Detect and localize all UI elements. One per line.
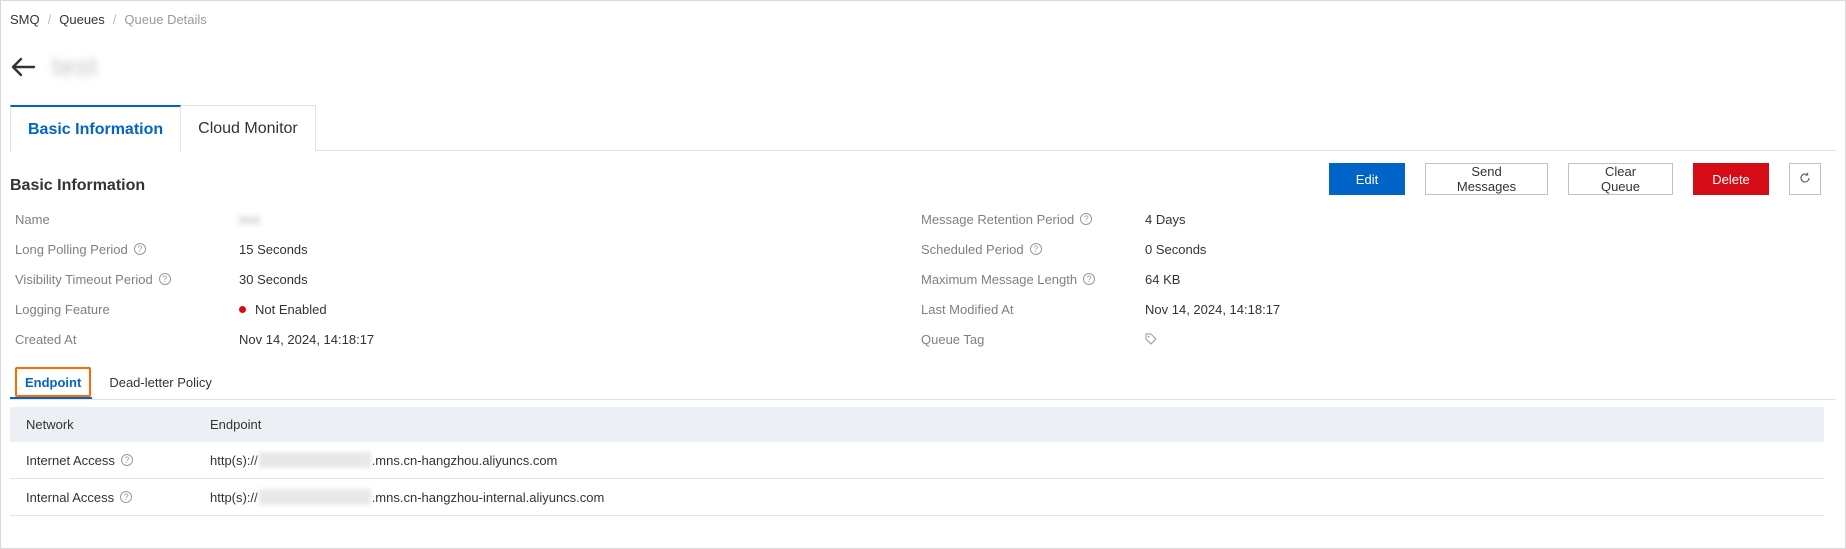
visibility-value: 30 Seconds (239, 271, 308, 287)
queue-tag-label: Queue Tag (921, 331, 985, 347)
scheduled-value: 0 Seconds (1145, 241, 1207, 257)
info-row-created: Created At Nov 14, 2024, 14:18:17 (15, 329, 374, 349)
page-frame: SMQ / Queues / Queue Details test Basic … (0, 0, 1846, 549)
subtab-endpoint[interactable]: Endpoint (9, 367, 93, 399)
help-icon[interactable]: ? (158, 273, 171, 285)
column-header-network: Network (26, 417, 74, 432)
help-icon[interactable]: ? (133, 243, 146, 255)
table-header: Network Endpoint (10, 407, 1824, 442)
endpoint-suffix: .mns.cn-hangzhou-internal.aliyuncs.com (371, 489, 605, 505)
max-length-label-text: Maximum Message Length (921, 271, 1078, 287)
retention-value: 4 Days (1145, 211, 1186, 227)
scheduled-label-text: Scheduled Period (921, 241, 1024, 257)
endpoint-cell[interactable]: http(s):// .mns.cn-hangzhou-internal.ali… (210, 489, 1824, 505)
refresh-button[interactable] (1789, 163, 1821, 195)
back-arrow-icon[interactable] (10, 56, 36, 78)
breadcrumb-separator: / (112, 12, 117, 27)
table-row: Internet Access ? http(s):// .mns.cn-han… (10, 442, 1824, 479)
table-row: Internal Access ? http(s):// .mns.cn-han… (10, 479, 1824, 516)
help-icon[interactable]: ? (120, 491, 133, 503)
modified-value: Nov 14, 2024, 14:18:17 (1145, 301, 1281, 317)
modified-label: Last Modified At (921, 301, 1014, 317)
scheduled-label: Scheduled Period ? (921, 242, 1145, 257)
logging-status-text: Not Enabled (255, 301, 327, 317)
network-name: Internal Access (26, 489, 115, 505)
action-toolbar: Edit Send Messages Clear Queue Delete (1329, 163, 1821, 195)
send-messages-button[interactable]: Send Messages (1425, 163, 1548, 195)
redacted-account-id (258, 489, 371, 505)
tab-basic-information[interactable]: Basic Information (10, 105, 182, 152)
refresh-icon (1799, 172, 1811, 187)
redacted-account-id (258, 452, 371, 468)
created-value: Nov 14, 2024, 14:18:17 (239, 331, 375, 347)
endpoint-prefix: http(s):// (210, 452, 258, 468)
clear-queue-button[interactable]: Clear Queue (1568, 163, 1673, 195)
info-row-queue-tag: Queue Tag (921, 329, 1157, 349)
endpoint-suffix: .mns.cn-hangzhou.aliyuncs.com (371, 452, 558, 468)
name-label: Name (15, 211, 50, 227)
info-row-modified: Last Modified At Nov 14, 2024, 14:18:17 (921, 299, 1280, 319)
name-value: test (239, 211, 260, 227)
max-length-label: Maximum Message Length ? (921, 272, 1145, 287)
created-label: Created At (15, 331, 77, 347)
help-icon[interactable]: ? (1080, 213, 1093, 225)
info-row-long-polling: Long Polling Period ? 15 Seconds (15, 239, 308, 259)
page-title: test (52, 51, 98, 81)
network-cell: Internet Access ? (10, 453, 210, 468)
retention-label: Message Retention Period ? (921, 212, 1145, 227)
main-tabs: Basic Information Cloud Monitor (10, 105, 1836, 152)
info-row-logging: Logging Feature Not Enabled (15, 299, 327, 319)
page-title-row: test (10, 51, 98, 82)
retention-label-text: Message Retention Period (921, 211, 1075, 227)
long-polling-value: 15 Seconds (239, 241, 308, 257)
subtab-dead-letter-policy[interactable]: Dead-letter Policy (99, 365, 222, 399)
logging-value: Not Enabled (239, 302, 327, 317)
visibility-label-text: Visibility Timeout Period (15, 271, 153, 287)
tab-cloud-monitor[interactable]: Cloud Monitor (181, 105, 316, 151)
breadcrumb-smq[interactable]: SMQ (10, 12, 40, 27)
info-row-max-length: Maximum Message Length ? 64 KB (921, 269, 1180, 289)
breadcrumb-queue-details: Queue Details (124, 12, 207, 27)
network-cell: Internal Access ? (10, 490, 210, 505)
delete-button[interactable]: Delete (1693, 163, 1769, 195)
status-dot-icon (239, 305, 246, 313)
help-icon[interactable]: ? (1083, 273, 1096, 285)
endpoint-cell[interactable]: http(s):// .mns.cn-hangzhou.aliyuncs.com (210, 452, 1824, 468)
logging-label: Logging Feature (15, 301, 110, 317)
info-row-visibility: Visibility Timeout Period ? 30 Seconds (15, 269, 308, 289)
info-row-name: Name test (15, 209, 260, 229)
breadcrumb-separator: / (47, 12, 52, 27)
endpoint-prefix: http(s):// (210, 489, 258, 505)
breadcrumb-queues[interactable]: Queues (59, 12, 105, 27)
edit-button[interactable]: Edit (1329, 163, 1405, 195)
breadcrumb: SMQ / Queues / Queue Details (10, 12, 207, 27)
info-row-scheduled: Scheduled Period ? 0 Seconds (921, 239, 1206, 259)
help-icon[interactable]: ? (1029, 243, 1042, 255)
max-length-value: 64 KB (1145, 271, 1181, 287)
long-polling-label: Long Polling Period ? (15, 242, 239, 257)
endpoint-subtabs: Endpoint Dead-letter Policy (9, 365, 1836, 400)
tag-icon[interactable] (1145, 333, 1157, 345)
help-icon[interactable]: ? (120, 454, 133, 466)
endpoint-table: Network Endpoint Internet Access ? http(… (10, 407, 1824, 516)
info-row-retention: Message Retention Period ? 4 Days (921, 209, 1185, 229)
long-polling-label-text: Long Polling Period (15, 241, 128, 257)
network-name: Internet Access (26, 452, 115, 468)
visibility-label: Visibility Timeout Period ? (15, 272, 239, 287)
section-title: Basic Information (10, 177, 146, 194)
column-header-endpoint: Endpoint (210, 417, 262, 432)
